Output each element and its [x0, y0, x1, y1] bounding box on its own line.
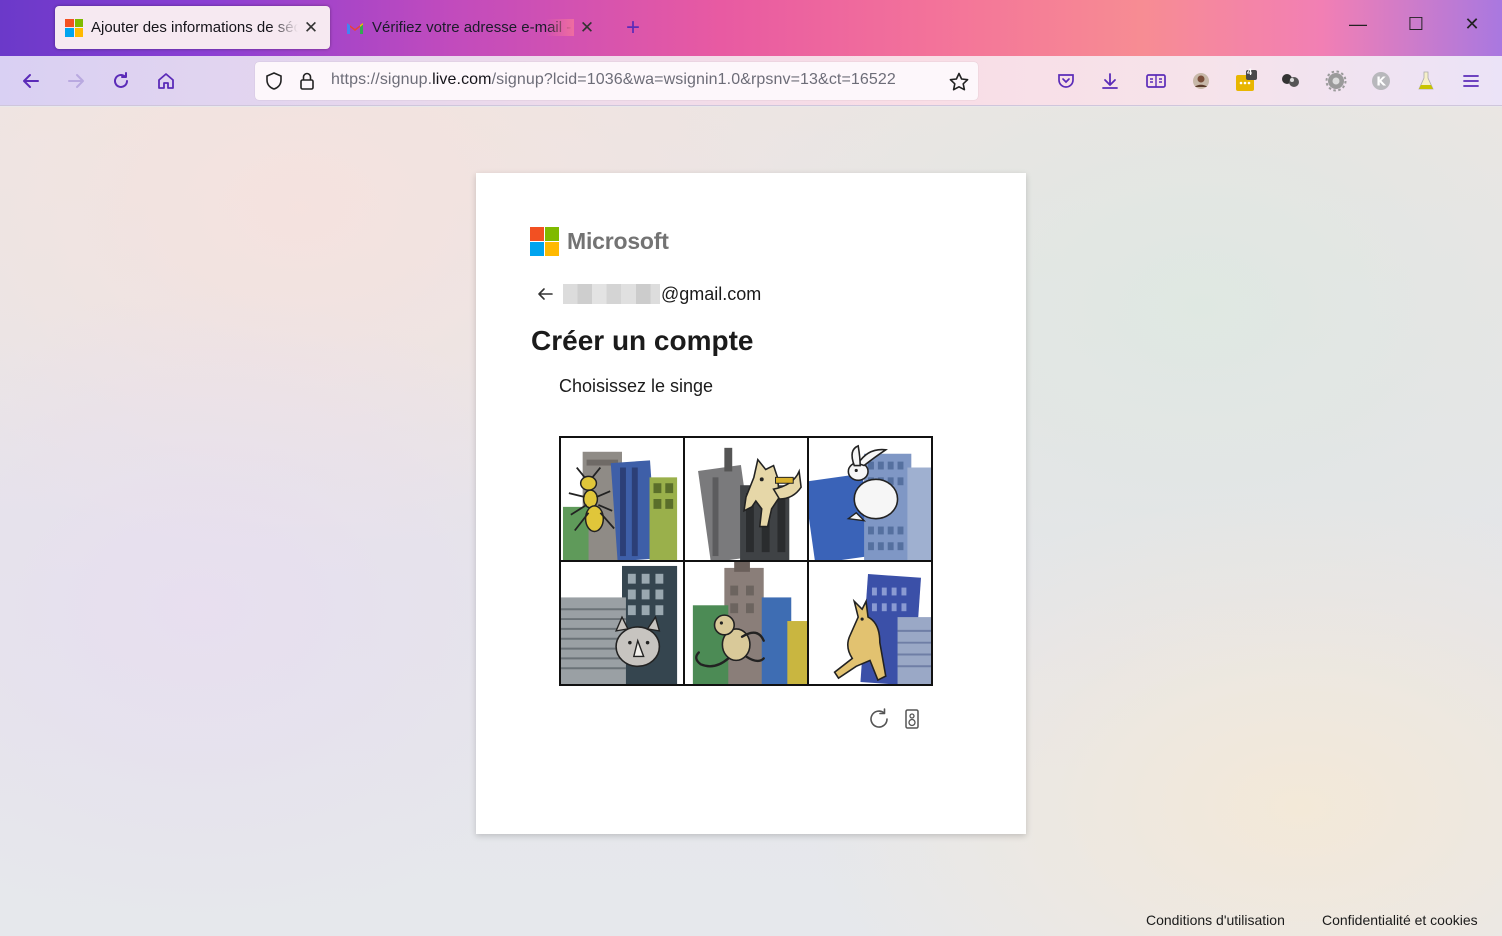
lock-icon[interactable] — [298, 71, 316, 91]
captcha-tile-ant[interactable] — [561, 438, 683, 560]
captcha-audio-button[interactable] — [899, 706, 925, 732]
speaker-icon — [905, 709, 919, 729]
reload-icon — [114, 72, 128, 88]
reload-button[interactable] — [107, 67, 135, 95]
bookmark-star-icon[interactable] — [948, 71, 970, 93]
pocket-icon[interactable] — [1054, 69, 1078, 93]
brand-name: Microsoft — [567, 228, 669, 254]
tab-verify-email[interactable]: Vérifiez votre adresse e-mail - boîte ✕ — [336, 6, 606, 49]
close-tab-icon[interactable]: ✕ — [302, 18, 320, 38]
gear-extension-icon[interactable] — [1324, 69, 1348, 93]
captcha-grid — [559, 436, 933, 686]
back-arrow-icon — [23, 74, 39, 88]
signup-card: Microsoft @gmail.com Créer un compte Cho… — [476, 173, 1026, 834]
home-button[interactable] — [152, 67, 180, 95]
close-tab-icon[interactable]: ✕ — [578, 18, 596, 38]
home-icon — [158, 73, 174, 89]
downloads-icon[interactable] — [1098, 69, 1122, 93]
browser-titlebar: Ajouter des informations de sécurité ✕ V… — [0, 0, 1502, 56]
notes-extension-icon[interactable]: 4 — [1234, 67, 1258, 93]
captcha-tile-monkey[interactable] — [685, 562, 807, 684]
dog-image — [698, 447, 802, 560]
ant-image — [562, 451, 678, 560]
tab-security-info[interactable]: Ajouter des informations de sécurité ✕ — [55, 6, 330, 49]
k-extension-icon[interactable]: K — [1369, 69, 1393, 93]
shield-icon[interactable] — [264, 71, 284, 91]
profile-avatar-icon[interactable] — [1189, 69, 1213, 93]
extension-badge: 4 — [1247, 67, 1253, 77]
flask-extension-icon[interactable] — [1414, 69, 1438, 93]
captcha-refresh-button[interactable] — [866, 706, 892, 732]
spheres-extension-icon[interactable] — [1279, 69, 1303, 93]
microsoft-logo-icon — [530, 227, 559, 256]
page-title: Créer un compte — [531, 325, 754, 356]
maximize-button[interactable]: ☐ — [1404, 14, 1428, 35]
tab-label: Ajouter des informations de sécurité — [91, 19, 298, 36]
gmail-icon — [347, 22, 363, 34]
captcha-tile-kangaroo[interactable] — [809, 562, 931, 684]
identity-banner: @gmail.com — [536, 283, 761, 305]
rhino-image — [561, 565, 678, 684]
redacted-email-username — [563, 284, 660, 304]
privacy-link[interactable]: Confidentialité et cookies — [1322, 912, 1478, 928]
minimize-button[interactable]: — — [1346, 14, 1370, 35]
email-domain: @gmail.com — [661, 283, 762, 304]
close-window-button[interactable]: ✕ — [1460, 14, 1484, 35]
page-content: Microsoft @gmail.com Créer un compte Cho… — [0, 107, 1502, 936]
reader-view-icon[interactable] — [1144, 69, 1168, 93]
menu-icon[interactable] — [1459, 69, 1483, 93]
microsoft-icon — [65, 18, 83, 37]
microsoft-logo: Microsoft — [530, 227, 669, 256]
kangaroo-image — [833, 574, 931, 684]
address-bar[interactable]: https://signup.live.com/signup?lcid=1036… — [255, 62, 978, 100]
tab-label: Vérifiez votre adresse e-mail - boîte — [372, 19, 574, 36]
terms-link[interactable]: Conditions d'utilisation — [1146, 912, 1285, 928]
back-button[interactable] — [17, 67, 45, 95]
new-tab-button[interactable]: + — [626, 14, 640, 42]
browser-navbar: https://signup.live.com/signup?lcid=1036… — [0, 56, 1502, 106]
forward-button[interactable] — [62, 67, 90, 95]
svg-text:K: K — [1376, 75, 1386, 89]
captcha-tile-rhino[interactable] — [561, 562, 683, 684]
refresh-icon — [870, 708, 888, 728]
forward-arrow-icon — [68, 74, 84, 88]
rabbit-image — [809, 444, 931, 560]
back-arrow-icon[interactable] — [536, 285, 554, 303]
captcha-tile-rabbit[interactable] — [809, 438, 931, 560]
captcha-tile-dog[interactable] — [685, 438, 807, 560]
captcha-instruction: Choisissez le singe — [559, 376, 714, 396]
url-text: https://signup.live.com/signup?lcid=1036… — [331, 71, 896, 88]
monkey-image — [692, 562, 807, 684]
